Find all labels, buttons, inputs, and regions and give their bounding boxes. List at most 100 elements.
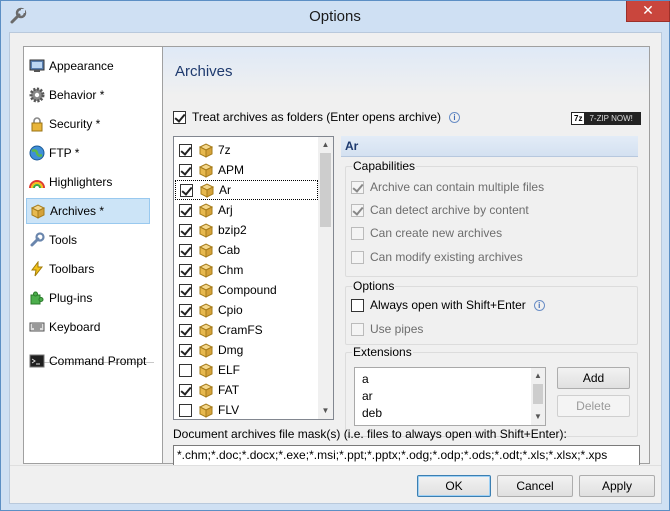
scroll-up-arrow[interactable]: ▲ — [318, 137, 333, 153]
archive-type-label: 7z — [218, 143, 231, 157]
archive-box-icon — [30, 203, 46, 219]
scroll-thumb[interactable] — [533, 384, 543, 404]
nav-item-label: Command Prompt — [49, 354, 147, 368]
archive-type-checkbox[interactable] — [179, 283, 192, 297]
archive-type-item[interactable]: Compound — [175, 280, 318, 300]
archive-type-item[interactable]: Chm — [175, 260, 318, 280]
archive-type-item[interactable]: APM — [175, 160, 318, 180]
scroll-thumb[interactable] — [320, 153, 331, 227]
sevenzip-now-badge[interactable]: 7z 7-ZIP NOW! — [571, 112, 641, 125]
archive-type-checkbox[interactable] — [179, 143, 192, 157]
nav-item-highlighters[interactable]: Highlighters — [26, 169, 150, 195]
extension-item[interactable]: ar — [362, 389, 373, 403]
capability-detect-by-content: Can detect archive by content — [351, 203, 529, 217]
capability-label: Can create new archives — [370, 226, 503, 240]
add-extension-button[interactable]: Add — [557, 367, 630, 389]
archive-type-item[interactable]: Dmg — [175, 340, 318, 360]
archive-type-item[interactable]: Cpio — [175, 300, 318, 320]
title-bar[interactable]: Options ✕ — [1, 1, 670, 32]
capability-create-checkbox — [351, 226, 364, 240]
capabilities-label: Capabilities — [352, 159, 417, 173]
archive-type-checkbox[interactable] — [179, 343, 192, 357]
archive-type-checkbox[interactable] — [179, 243, 192, 257]
archive-file-icon — [198, 262, 214, 278]
extension-item[interactable]: deb — [362, 406, 382, 420]
archive-type-item[interactable]: ELF — [175, 360, 318, 380]
archive-type-item[interactable]: 7z — [175, 140, 318, 160]
scroll-up-arrow[interactable]: ▲ — [531, 368, 545, 384]
archive-list-scrollbar[interactable]: ▲ ▼ — [318, 137, 333, 419]
archive-type-item[interactable]: CramFS — [175, 320, 318, 340]
nav-item-ftp[interactable]: FTP * — [26, 140, 150, 166]
shift-enter-checkbox[interactable] — [351, 298, 364, 312]
cancel-button[interactable]: Cancel — [497, 475, 573, 497]
archive-type-item[interactable]: Ar — [175, 180, 318, 200]
archive-type-label: Chm — [218, 263, 244, 277]
nav-item-label: Archives * — [50, 204, 105, 218]
archive-types-list[interactable]: 7z APM Ar Arj bzip2 Cab Chm Compound Cpio CramFS D… — [173, 136, 334, 420]
options-label: Options — [352, 279, 396, 293]
archive-type-checkbox[interactable] — [179, 363, 192, 377]
archive-file-icon — [198, 162, 214, 178]
shift-enter-option[interactable]: Always open with Shift+Enter i — [351, 298, 545, 312]
treat-archives-as-folders-checkbox[interactable] — [173, 110, 186, 124]
archive-detail-header: Ar — [341, 136, 638, 157]
archive-type-checkbox[interactable] — [179, 383, 192, 397]
delete-extension-button[interactable]: Delete — [557, 395, 630, 417]
keyboard-icon — [29, 319, 45, 335]
nav-item-tools[interactable]: Tools — [26, 227, 150, 253]
nav-item-keyboard[interactable]: Keyboard — [26, 314, 150, 340]
extension-item[interactable]: lib — [362, 423, 374, 425]
nav-item-security[interactable]: Security * — [26, 111, 150, 137]
archive-type-label: Cab — [218, 243, 241, 257]
scroll-down-arrow[interactable]: ▼ — [531, 409, 545, 425]
nav-item-label: Keyboard — [49, 320, 101, 334]
dialog-footer: OK Cancel Apply — [10, 465, 661, 503]
archive-type-label: Arj — [218, 203, 233, 217]
lock-icon — [29, 116, 45, 132]
nav-item-appearance[interactable]: Appearance — [26, 53, 150, 79]
archive-type-label: Compound — [218, 283, 277, 297]
archive-type-item[interactable]: Arj — [175, 200, 318, 220]
file-mask-input[interactable]: *.chm;*.doc;*.docx;*.exe;*.msi;*.ppt;*.p… — [173, 445, 640, 467]
archive-type-checkbox[interactable] — [179, 303, 192, 317]
archive-type-checkbox[interactable] — [179, 403, 192, 417]
nav-item-toolbars[interactable]: Toolbars — [26, 256, 150, 282]
capability-modify-checkbox — [351, 250, 364, 264]
apply-button[interactable]: Apply — [579, 475, 655, 497]
extensions-list[interactable]: a ar deb lib ▲ ▼ — [354, 367, 546, 426]
archive-file-icon — [198, 382, 214, 398]
archive-type-item[interactable]: FLV — [175, 400, 318, 419]
extensions-scrollbar[interactable]: ▲ ▼ — [531, 368, 545, 425]
nav-item-behavior[interactable]: Behavior * — [26, 82, 150, 108]
sevenzip-now-text: 7-ZIP NOW! — [589, 114, 633, 123]
archive-type-checkbox[interactable] — [179, 163, 192, 177]
close-button[interactable]: ✕ — [626, 1, 670, 22]
capability-modify-archives: Can modify existing archives — [351, 250, 523, 264]
extension-item[interactable]: a — [362, 372, 369, 386]
window-title: Options — [309, 8, 361, 25]
treat-archives-as-folders-row[interactable]: Treat archives as folders (Enter opens a… — [173, 110, 460, 124]
scroll-down-arrow[interactable]: ▼ — [318, 403, 333, 419]
archive-type-label: CramFS — [218, 323, 263, 337]
archive-type-checkbox[interactable] — [179, 323, 192, 337]
file-mask-label: Document archives file mask(s) (i.e. fil… — [173, 427, 567, 441]
archive-type-checkbox[interactable] — [180, 183, 193, 197]
nav-item-command-prompt[interactable]: Command Prompt — [26, 348, 150, 374]
ok-button[interactable]: OK — [417, 475, 491, 497]
archive-file-icon — [198, 402, 214, 418]
archive-type-checkbox[interactable] — [179, 263, 192, 277]
nav-item-label: FTP * — [49, 146, 80, 160]
nav-item-plugins[interactable]: Plug-ins — [26, 285, 150, 311]
archive-type-checkbox[interactable] — [179, 223, 192, 237]
gear-icon — [29, 87, 45, 103]
info-icon[interactable]: i — [533, 299, 545, 311]
nav-item-archives[interactable]: Archives * — [26, 198, 150, 224]
info-icon[interactable]: i — [449, 111, 460, 123]
nav-item-label: Security * — [49, 117, 101, 131]
archive-type-checkbox[interactable] — [179, 203, 192, 217]
archive-type-item[interactable]: FAT — [175, 380, 318, 400]
archive-type-item[interactable]: Cab — [175, 240, 318, 260]
panel-header: Archives — [163, 47, 649, 96]
archive-type-item[interactable]: bzip2 — [175, 220, 318, 240]
